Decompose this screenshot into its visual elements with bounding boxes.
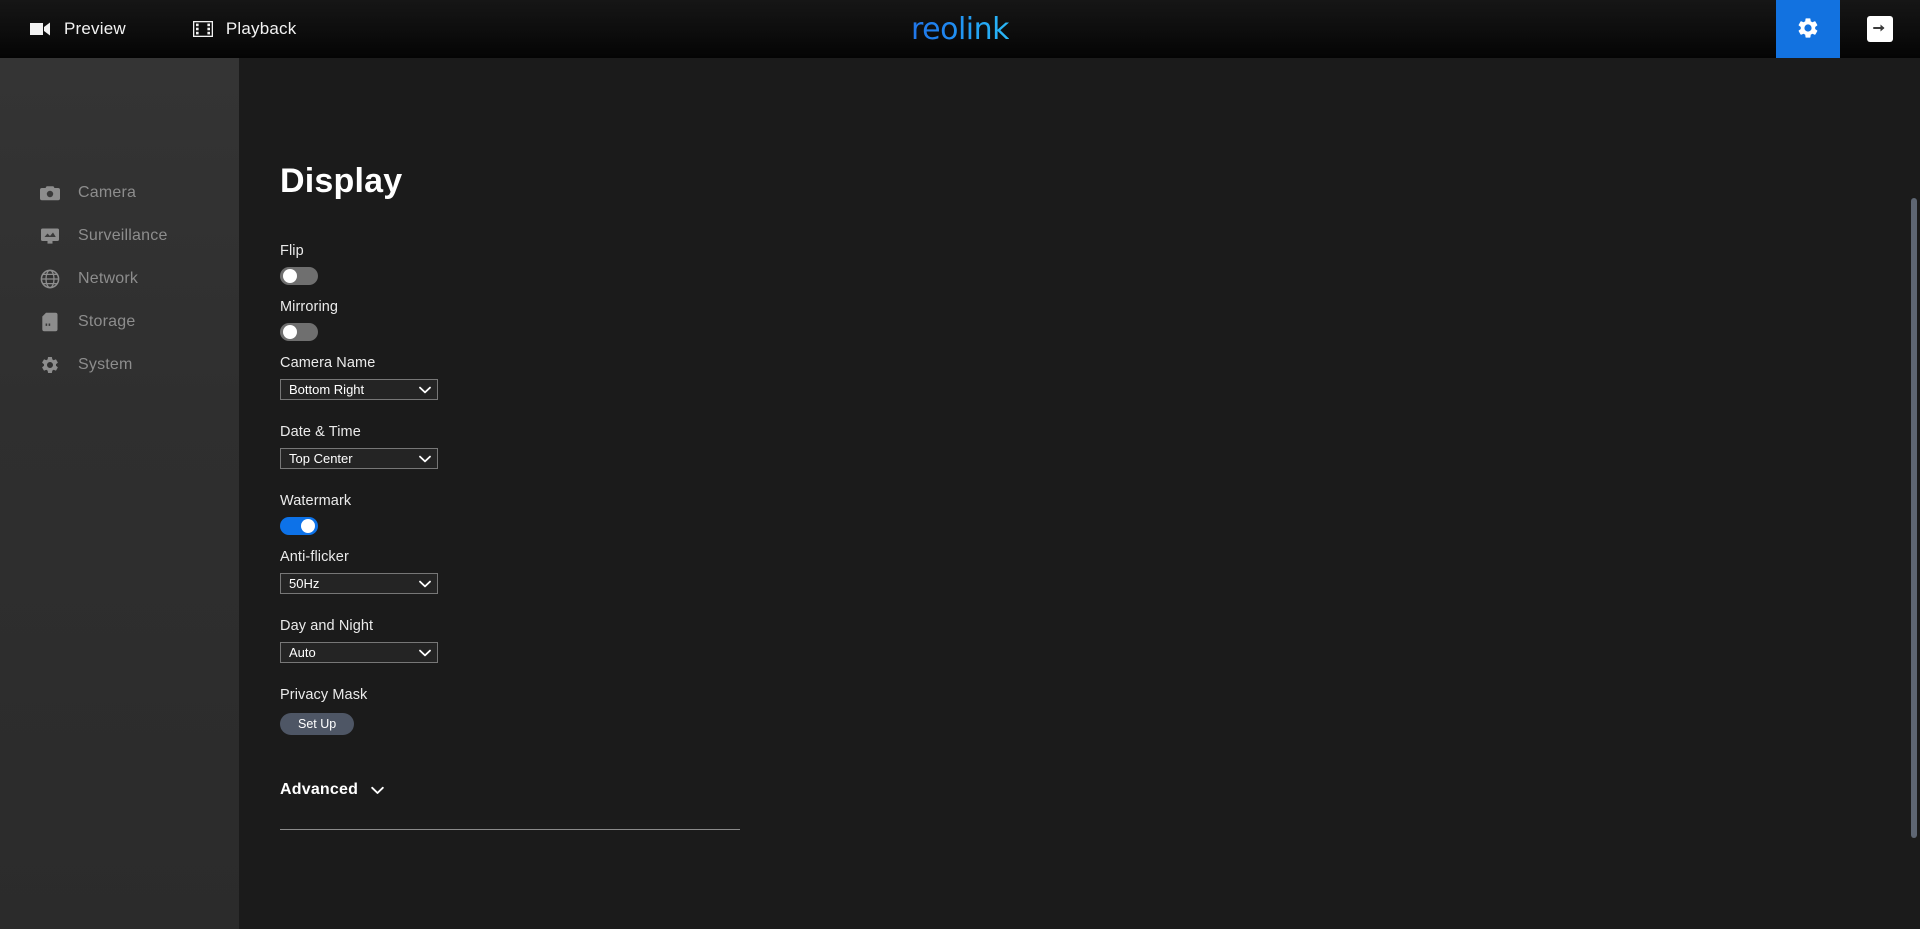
day-and-night-label: Day and Night <box>280 618 374 634</box>
field-anti-flicker: Anti-flicker 50Hz <box>280 549 1920 618</box>
flip-toggle[interactable] <box>280 267 318 285</box>
day-and-night-value: Auto <box>289 645 316 660</box>
watermark-toggle[interactable] <box>280 517 318 535</box>
chevron-down-icon <box>419 649 431 657</box>
tab-playback-label: Playback <box>225 19 297 38</box>
advanced-label: Advanced <box>280 781 359 798</box>
monitor-icon <box>40 226 60 246</box>
header-nav-tabs: Preview Playback <box>0 0 296 58</box>
sidebar-item-camera-label: Camera <box>78 183 137 201</box>
day-and-night-select[interactable]: Auto <box>280 642 438 663</box>
gear-icon <box>1796 16 1820 43</box>
field-flip: Flip <box>280 243 1920 299</box>
field-camera-name: Camera Name Bottom Right <box>280 355 1920 424</box>
date-time-value: Top Center <box>289 451 353 466</box>
left-sidebar: Camera Surveillance Network Storage Syst… <box>0 58 239 929</box>
anti-flicker-value: 50Hz <box>289 576 320 591</box>
date-time-label: Date & Time <box>280 424 361 440</box>
mirroring-toggle[interactable] <box>280 323 318 341</box>
field-day-and-night: Day and Night Auto <box>280 618 1920 687</box>
logout-button[interactable] <box>1867 16 1893 42</box>
video-camera-icon <box>30 18 52 40</box>
logout-button-slot <box>1840 0 1920 58</box>
header-right-actions <box>1776 0 1920 58</box>
top-header-bar: Preview Playback reolink <box>0 0 1920 58</box>
sidebar-item-storage-label: Storage <box>78 312 136 330</box>
privacy-mask-setup-button[interactable]: Set Up <box>280 713 355 735</box>
main-content: Display Flip Mirroring Camera Name Botto <box>239 58 1920 929</box>
sidebar-item-network[interactable]: Network <box>0 257 239 300</box>
sidebar-item-surveillance-label: Surveillance <box>78 226 168 244</box>
gear-icon <box>40 355 60 375</box>
flip-label: Flip <box>280 243 304 259</box>
chevron-down-icon <box>419 455 431 463</box>
sd-card-icon <box>40 312 60 332</box>
watermark-label: Watermark <box>280 493 352 509</box>
camera-name-value: Bottom Right <box>289 382 365 397</box>
reolink-logo: reolink <box>910 11 1010 47</box>
page-scrollbar-thumb[interactable] <box>1911 198 1917 838</box>
app-window: Preview Playback reolink Camera Surveill… <box>0 0 1920 929</box>
sidebar-item-network-label: Network <box>78 269 139 287</box>
exit-arrow-icon <box>1872 20 1888 39</box>
field-privacy-mask: Privacy Mask Set Up <box>280 687 1920 735</box>
anti-flicker-label: Anti-flicker <box>280 549 349 565</box>
section-divider <box>280 829 740 830</box>
tab-playback[interactable]: Playback <box>192 0 297 58</box>
date-time-select[interactable]: Top Center <box>280 448 438 469</box>
chevron-down-icon <box>419 386 431 394</box>
sidebar-item-camera[interactable]: Camera <box>0 171 239 214</box>
globe-icon <box>40 269 60 289</box>
privacy-mask-label: Privacy Mask <box>280 687 368 703</box>
sidebar-item-system-label: System <box>78 355 133 373</box>
chevron-down-icon <box>371 783 384 798</box>
field-watermark: Watermark <box>280 493 1920 549</box>
camera-name-select[interactable]: Bottom Right <box>280 379 438 400</box>
tab-preview[interactable]: Preview <box>30 0 126 58</box>
flip-toggle-knob <box>283 269 297 283</box>
page-title: Display <box>280 162 403 200</box>
settings-button[interactable] <box>1776 0 1840 58</box>
watermark-toggle-knob <box>301 519 315 533</box>
page-scrollbar-track[interactable] <box>1908 58 1920 929</box>
anti-flicker-select[interactable]: 50Hz <box>280 573 438 594</box>
display-settings-panel: Display Flip Mirroring Camera Name Botto <box>239 58 1920 830</box>
advanced-section-toggle[interactable]: Advanced <box>280 781 384 799</box>
field-mirroring: Mirroring <box>280 299 1920 355</box>
camera-name-label: Camera Name <box>280 355 376 371</box>
sidebar-item-storage[interactable]: Storage <box>0 300 239 343</box>
field-date-time: Date & Time Top Center <box>280 424 1920 493</box>
reolink-logo-text: reolink <box>910 11 1010 47</box>
chevron-down-icon <box>419 580 431 588</box>
mirroring-toggle-knob <box>283 325 297 339</box>
mirroring-label: Mirroring <box>280 299 339 315</box>
camera-icon <box>40 183 60 203</box>
sidebar-item-system[interactable]: System <box>0 343 239 386</box>
sidebar-item-surveillance[interactable]: Surveillance <box>0 214 239 257</box>
film-strip-icon <box>192 18 214 40</box>
tab-preview-label: Preview <box>64 19 126 38</box>
